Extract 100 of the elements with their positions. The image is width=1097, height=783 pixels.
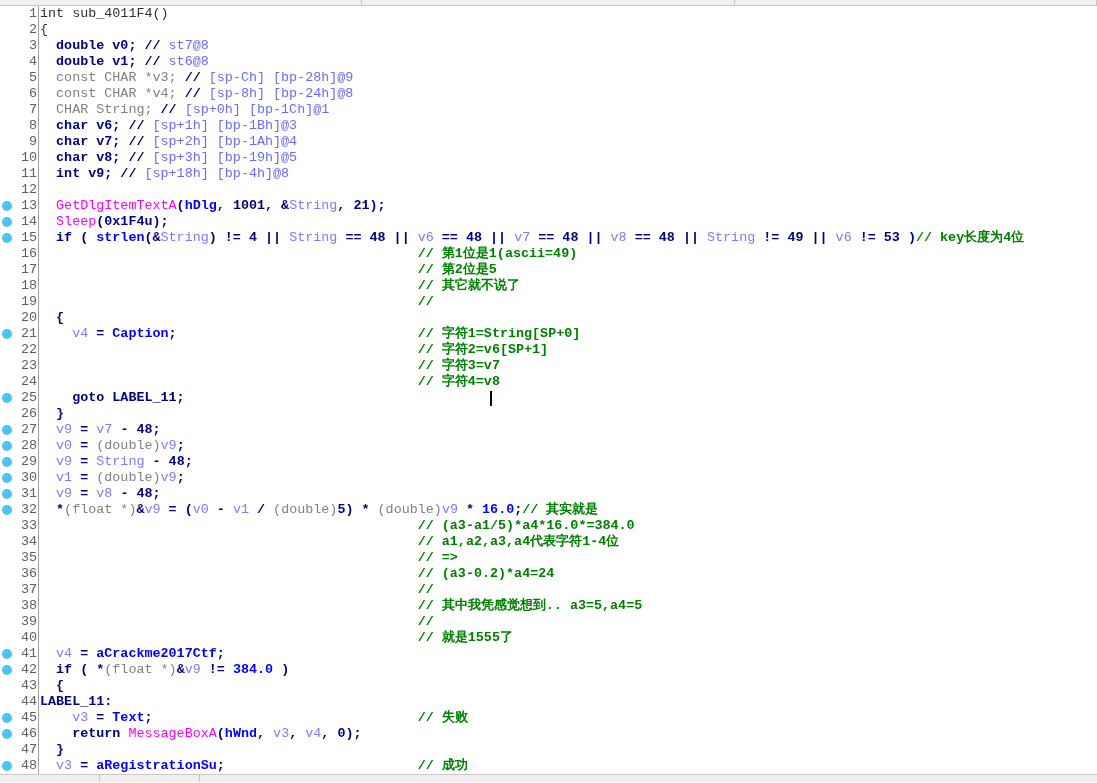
code-comment: // (a3-a1/5)*a4*16.0*=384.0	[417, 518, 635, 533]
code-comment: // 字符1=String[SP+0]	[417, 326, 581, 341]
code-line: v3 = aRegistrationSu;	[55, 758, 225, 773]
code-line: }	[55, 742, 65, 757]
breakpoint-dot[interactable]	[2, 713, 12, 723]
line-number: 33	[20, 518, 37, 534]
code-comment: //	[417, 582, 434, 598]
line-number: 40	[20, 630, 37, 646]
code-line: return MessageBoxA(hWnd, v3, v4, 0);	[71, 726, 362, 741]
breakpoint-dot[interactable]	[2, 649, 12, 659]
line-number: 7	[28, 102, 37, 118]
line-number: 37	[20, 582, 37, 598]
line-number: 2	[28, 22, 37, 38]
code-comment: //	[417, 614, 434, 630]
line-number: 6	[28, 86, 37, 102]
line-number: 47	[20, 742, 37, 758]
code-comment: // 就是1555了	[417, 630, 513, 646]
line-number: 34	[20, 534, 37, 550]
line-number: 22	[20, 342, 37, 358]
code-line: double v0; // st7@8	[55, 38, 209, 53]
code-line: int v9; // [sp+18h] [bp-4h]@8	[55, 166, 290, 181]
line-number: 21	[20, 326, 37, 342]
breakpoint-dot[interactable]	[2, 489, 12, 499]
line-number: 18	[20, 278, 37, 294]
code-line: goto LABEL_11;	[71, 390, 185, 405]
breakpoint-dot[interactable]	[2, 425, 12, 435]
line-number: 48	[20, 758, 37, 774]
line-number: 8	[28, 118, 37, 134]
code-line: LABEL_11:	[40, 694, 113, 709]
code-comment: // 第1位是1(ascii=49)	[417, 246, 578, 262]
line-number: 10	[20, 150, 37, 166]
breakpoint-dot[interactable]	[2, 441, 12, 451]
line-number: 32	[20, 502, 37, 518]
code-line: v0 = (double)v9;	[55, 438, 185, 453]
code-comment: // 第2位是5	[417, 262, 497, 277]
breakpoint-dot[interactable]	[2, 505, 12, 515]
line-number: 27	[20, 422, 37, 438]
line-number: 24	[20, 374, 37, 390]
breakpoint-dot[interactable]	[2, 761, 12, 771]
breakpoint-dot[interactable]	[2, 665, 12, 675]
code-comment: // a1,a2,a3,a4代表字符1-4位	[417, 534, 620, 550]
code-line: if ( *(float *)&v9 != 384.0 )	[55, 662, 290, 677]
line-number: 14	[20, 214, 37, 230]
line-number: 29	[20, 454, 37, 470]
line-number: 41	[20, 646, 37, 662]
line-number: 46	[20, 726, 37, 742]
breakpoint-dot[interactable]	[2, 217, 12, 227]
code-line: v9 = v7 - 48;	[55, 422, 161, 437]
code-line: *(float *)&v9 = (v0 - v1 / (double)5) * (double)v9 * 16.0;	[55, 502, 523, 517]
code-line: }	[55, 406, 65, 421]
breakpoint-dot[interactable]	[2, 329, 12, 339]
line-number: 39	[20, 614, 37, 630]
code-comment: // 其它就不说了	[417, 278, 520, 294]
code-line: char v8; // [sp+3h] [bp-19h]@5	[55, 150, 298, 165]
code-line: double v1; // st6@8	[55, 54, 209, 69]
code-line: v4 = aCrackme2017Ctf;	[55, 646, 225, 661]
code-comment: // 其实就是	[522, 502, 599, 518]
line-number: 5	[28, 70, 37, 86]
code-line: GetDlgItemTextA(hDlg, 1001, &String, 21);	[55, 198, 386, 213]
code-line: {	[55, 310, 65, 325]
line-number: 31	[20, 486, 37, 502]
breakpoint-dot[interactable]	[2, 729, 12, 739]
line-number: 30	[20, 470, 37, 486]
line-number: 4	[28, 54, 37, 70]
horizontal-scrollbar[interactable]	[0, 774, 1097, 782]
breakpoint-dot[interactable]	[2, 233, 12, 243]
line-number: 23	[20, 358, 37, 374]
line-number: 43	[20, 678, 37, 694]
line-number: 19	[20, 294, 37, 310]
line-number: 3	[28, 38, 37, 54]
line-number: 13	[20, 198, 37, 214]
code-comment: // 成功	[417, 758, 468, 774]
code-line: int sub_4011F4()	[40, 6, 169, 21]
code-line: Sleep(0x1F4u);	[55, 214, 169, 229]
code-line: const CHAR *v3; // [sp-Ch] [bp-28h]@9	[55, 70, 354, 85]
breakpoint-dot[interactable]	[2, 457, 12, 467]
code-comment: // 字符4=v8	[417, 374, 500, 390]
code-comment: // (a3-0.2)*a4=24	[417, 566, 555, 582]
code-line: char v6; // [sp+1h] [bp-1Bh]@3	[55, 118, 298, 133]
line-number: 35	[20, 550, 37, 566]
code-line: v9 = String - 48;	[55, 454, 193, 469]
breakpoint-dot[interactable]	[2, 473, 12, 483]
code-line: CHAR String; // [sp+0h] [bp-1Ch]@1	[55, 102, 330, 117]
code-line: {	[40, 22, 49, 37]
breakpoint-dot[interactable]	[2, 393, 12, 403]
code-line: {	[55, 678, 65, 693]
line-number: 26	[20, 406, 37, 422]
line-number: 25	[20, 390, 37, 406]
code-line: const CHAR *v4; // [sp-8h] [bp-24h]@8	[55, 86, 354, 101]
line-number: 1	[28, 6, 37, 22]
line-number: 15	[20, 230, 37, 246]
code-line: if ( strlen(&String) != 4 || String == 48 || v6 == 48 || v7 == 48 || v8 == 48 || String != 49 || v6 != 53 )	[55, 230, 916, 245]
line-number: 12	[20, 182, 37, 198]
code-comment: // 失败	[417, 710, 468, 726]
line-number: 28	[20, 438, 37, 454]
line-number: 36	[20, 566, 37, 582]
line-number: 38	[20, 598, 37, 614]
line-number: 20	[20, 310, 37, 326]
breakpoint-dot[interactable]	[2, 201, 12, 211]
code-line: char v7; // [sp+2h] [bp-1Ah]@4	[55, 134, 298, 149]
